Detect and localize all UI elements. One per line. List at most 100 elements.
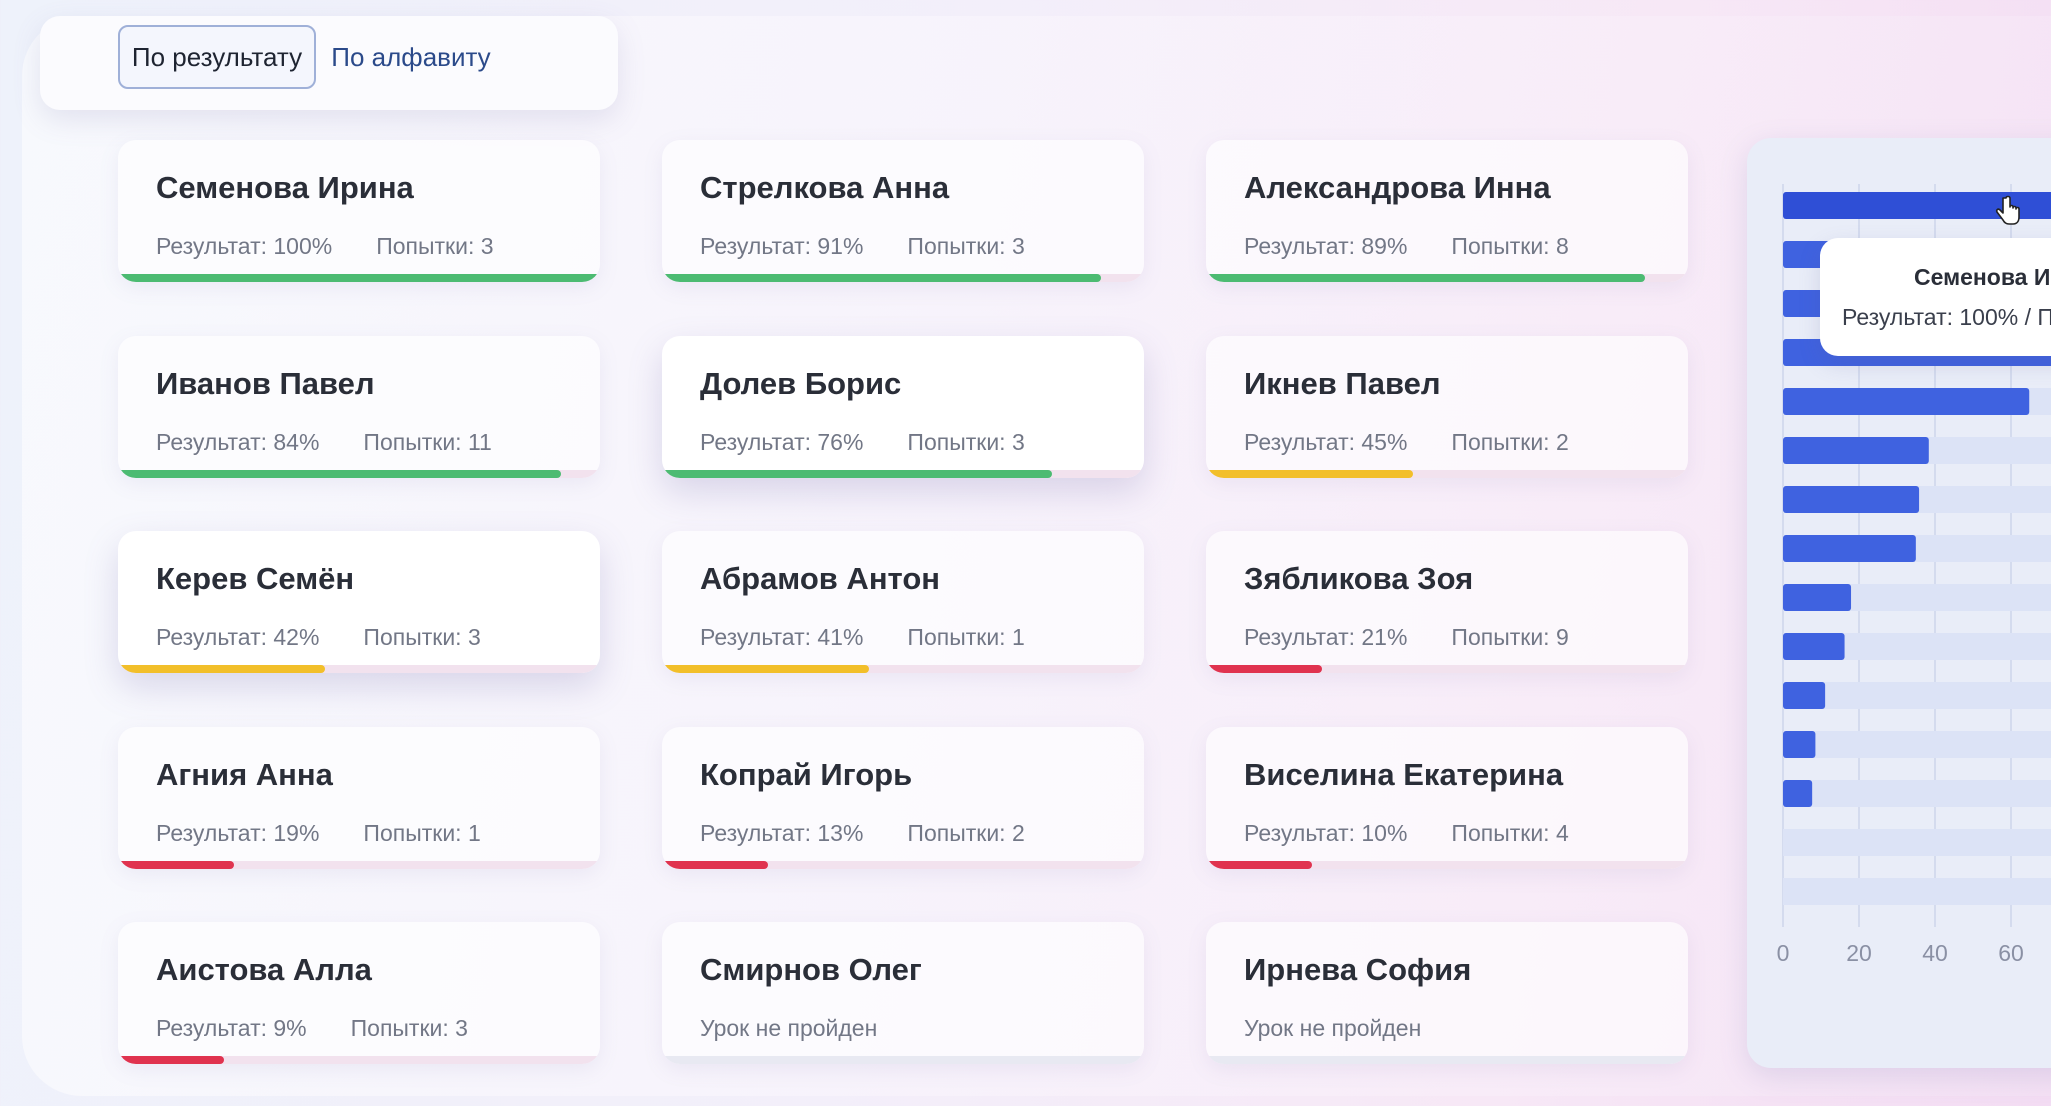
student-name: Стрелкова Анна xyxy=(700,170,950,205)
progress-fill xyxy=(118,274,600,282)
result-value: Результат: 100% xyxy=(156,233,333,259)
attempts-value: Попытки: 2 xyxy=(907,820,1025,846)
result-value: Результат: 9% xyxy=(156,1015,307,1041)
student-stats: Результат: 21% Попытки: 9 xyxy=(1244,624,1569,651)
result-value: Результат: 41% xyxy=(700,624,864,650)
student-name: Смирнов Олег xyxy=(700,952,922,987)
progress-fill xyxy=(1206,861,1313,869)
student-name: Керев Семён xyxy=(156,561,355,596)
chart-tick-label: 0 xyxy=(1777,940,1790,966)
chart-bar[interactable] xyxy=(1783,584,1852,611)
student-stats: Результат: 19% Попытки: 1 xyxy=(156,820,481,847)
progress-track xyxy=(118,470,600,478)
progress-fill xyxy=(662,274,1101,282)
chart-bar[interactable] xyxy=(1783,780,1813,807)
chart-bar[interactable] xyxy=(1783,633,1845,660)
student-stats: Урок не пройден xyxy=(1244,1015,1421,1042)
student-card[interactable]: Семенова Ирина Результат: 100% Попытки: 3 xyxy=(118,140,600,282)
chart-bar[interactable] xyxy=(1783,486,1920,513)
student-name: Александрова Инна xyxy=(1244,170,1551,205)
progress-track xyxy=(118,274,600,282)
progress-fill xyxy=(662,861,769,869)
student-card[interactable]: Иванов Павел Результат: 84% Попытки: 11 xyxy=(118,336,600,478)
student-card[interactable]: Виселина Екатерина Результат: 10% Попытки:… xyxy=(1206,727,1688,869)
student-stats: Результат: 76% Попытки: 3 xyxy=(700,429,1025,456)
attempts-value: Попытки: 4 xyxy=(1451,820,1569,846)
tooltip-student-name: Семенова Ирина xyxy=(1914,264,2051,290)
student-card[interactable]: Копрай Игорь Результат: 13% Попытки: 2 xyxy=(662,727,1144,869)
student-card[interactable]: Александрова Инна Результат: 89% Попытки: … xyxy=(1206,140,1688,282)
student-stats: Урок не пройден xyxy=(700,1015,877,1042)
chart-tick-label: 40 xyxy=(1922,940,1948,966)
student-stats: Результат: 91% Попытки: 3 xyxy=(700,233,1025,260)
result-value: Результат: 89% xyxy=(1244,233,1408,259)
student-name: Агния Анна xyxy=(156,757,333,792)
result-value: Результат: 21% xyxy=(1244,624,1408,650)
student-stats: Результат: 42% Попытки: 3 xyxy=(156,624,481,651)
student-card[interactable]: Стрелкова Анна Результат: 91% Попытки: 3 xyxy=(662,140,1144,282)
attempts-value: Попытки: 1 xyxy=(907,624,1025,650)
student-name: Икнев Павел xyxy=(1244,366,1441,401)
progress-track xyxy=(1206,274,1688,282)
student-name: Ирнева София xyxy=(1244,952,1472,987)
progress-fill xyxy=(118,665,326,673)
result-value: Результат: 76% xyxy=(700,429,864,455)
student-card[interactable]: Икнев Павел Результат: 45% Попытки: 2 xyxy=(1206,336,1688,478)
progress-track xyxy=(662,665,1144,673)
chart-bar-track xyxy=(1783,780,2051,807)
chart-bar[interactable] xyxy=(1783,731,1816,758)
chart-bar-track xyxy=(1783,731,2051,758)
result-value: Результат: 45% xyxy=(1244,429,1408,455)
attempts-value: Попытки: 3 xyxy=(350,1015,468,1041)
sort-by-result-button[interactable]: По результату xyxy=(118,25,316,89)
chart-bar[interactable] xyxy=(1783,388,2030,415)
chart-bar-track xyxy=(1783,878,2051,905)
progress-track xyxy=(662,861,1144,869)
progress-fill xyxy=(118,470,562,478)
student-name: Аистова Алла xyxy=(156,952,372,987)
attempts-value: Попытки: 8 xyxy=(1451,233,1569,259)
student-stats: Результат: 13% Попытки: 2 xyxy=(700,820,1025,847)
student-stats: Результат: 100% Попытки: 3 xyxy=(156,233,494,260)
attempts-value: Попытки: 3 xyxy=(907,233,1025,259)
student-stats: Результат: 89% Попытки: 8 xyxy=(1244,233,1569,260)
student-name: Виселина Екатерина xyxy=(1244,757,1564,792)
chart-tick-label: 20 xyxy=(1846,940,1872,966)
progress-track xyxy=(662,1056,1144,1064)
student-card[interactable]: Абрамов Антон Результат: 41% Попытки: 1 xyxy=(662,531,1144,673)
student-card[interactable]: Смирнов Олег Урок не пройден xyxy=(662,922,1144,1064)
chart-bar[interactable] xyxy=(1783,437,1929,464)
progress-fill xyxy=(662,665,870,673)
result-value: Урок не пройден xyxy=(700,1015,878,1041)
student-stats: Результат: 41% Попытки: 1 xyxy=(700,624,1025,651)
progress-fill xyxy=(1206,470,1414,478)
student-name: Абрамов Антон xyxy=(700,561,940,596)
student-stats: Результат: 45% Попытки: 2 xyxy=(1244,429,1569,456)
attempts-value: Попытки: 3 xyxy=(376,233,494,259)
student-card[interactable]: Ирнева София Урок не пройден xyxy=(1206,922,1688,1064)
result-value: Результат: 91% xyxy=(700,233,864,259)
result-value: Результат: 42% xyxy=(156,624,320,650)
student-card[interactable]: Зябликова Зоя Результат: 21% Попытки: 9 xyxy=(1206,531,1688,673)
student-card[interactable]: Керев Семён Результат: 42% Попытки: 3 xyxy=(118,531,600,673)
progress-track xyxy=(1206,665,1688,673)
progress-track xyxy=(1206,470,1688,478)
student-stats: Результат: 10% Попытки: 4 xyxy=(1244,820,1569,847)
progress-fill xyxy=(662,470,1053,478)
result-value: Результат: 13% xyxy=(700,820,864,846)
student-card[interactable]: Агния Анна Результат: 19% Попытки: 1 xyxy=(118,727,600,869)
student-name: Зябликова Зоя xyxy=(1244,561,1474,596)
student-stats: Результат: 84% Попытки: 11 xyxy=(156,429,492,456)
student-card[interactable]: Аистова Алла Результат: 9% Попытки: 3 xyxy=(118,922,600,1064)
chart-tick-label: 60 xyxy=(1998,940,2024,966)
chart-bar[interactable] xyxy=(1783,682,1826,709)
student-card[interactable]: Долев Борис Результат: 76% Попытки: 3 xyxy=(662,336,1144,478)
hand-cursor-icon xyxy=(1995,195,2020,225)
chart-bar-track xyxy=(1783,829,2051,856)
sort-by-alphabet-button[interactable]: По алфавиту xyxy=(316,25,506,89)
progress-track xyxy=(1206,861,1688,869)
attempts-value: Попытки: 11 xyxy=(363,429,492,455)
progress-fill xyxy=(1206,274,1645,282)
chart-bar[interactable] xyxy=(1783,535,1916,562)
chart-tooltip: Семенова Ирина Результат: 100% / Попытки… xyxy=(1820,238,2051,356)
